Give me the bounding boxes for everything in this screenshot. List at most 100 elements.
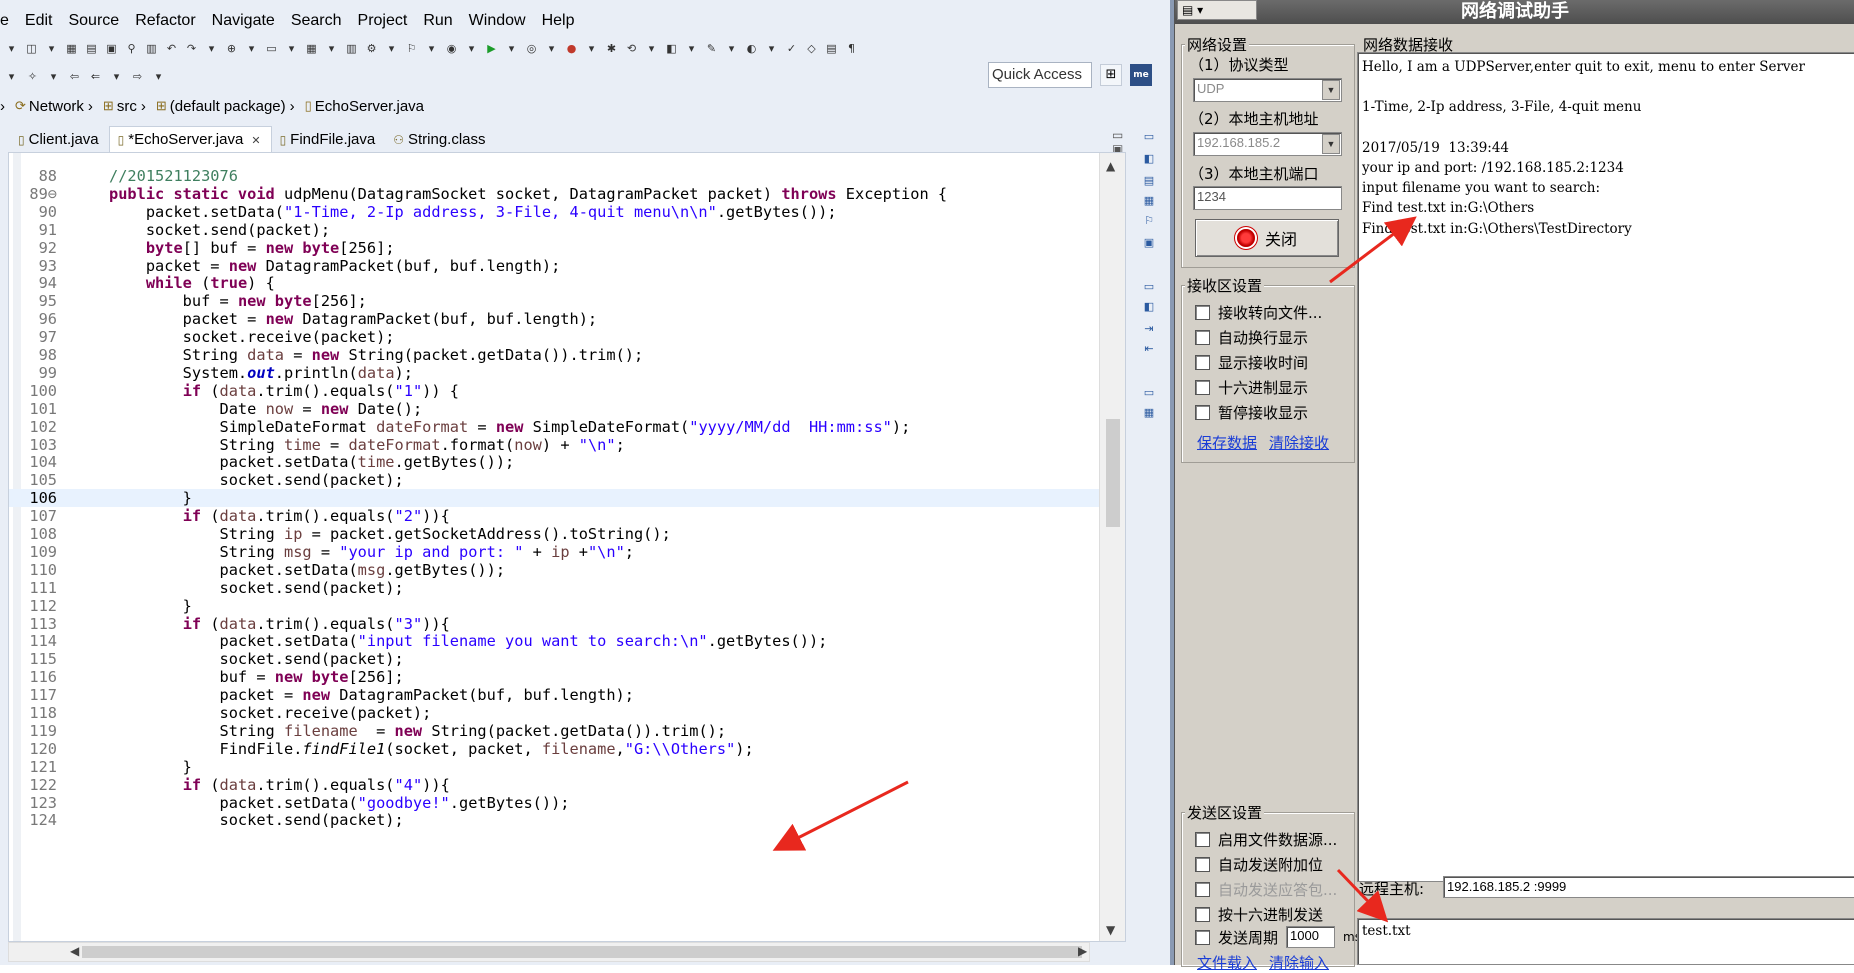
toolbar-icon[interactable]: ▦ <box>64 41 79 56</box>
vertical-scroll-thumb[interactable] <box>1106 419 1120 527</box>
menu-item-e[interactable]: e <box>0 12 17 30</box>
toolbar-icon[interactable]: ◎ <box>524 41 539 56</box>
toolbar-icon[interactable]: ▾ <box>684 41 699 56</box>
side-view-icon[interactable]: ⚐ <box>1141 214 1157 228</box>
menu-item-run[interactable]: Run <box>415 12 460 30</box>
toolbar-icon[interactable]: ▾ <box>464 41 479 56</box>
clear-input-link[interactable]: 清除输入 <box>1269 952 1329 973</box>
side-view-icon[interactable]: ⇤ <box>1141 342 1157 356</box>
side-view-icon[interactable]: ▦ <box>1141 406 1157 420</box>
scroll-down-icon[interactable]: ▼ <box>1106 923 1115 937</box>
toolbar-icon[interactable]: ▾ <box>46 69 61 84</box>
recv-option[interactable]: 显示接收时间 <box>1195 352 1308 373</box>
horizontal-scroll-thumb[interactable] <box>82 946 1082 958</box>
toolbar-icon[interactable]: ✎ <box>704 41 719 56</box>
menu-item-navigate[interactable]: Navigate <box>204 12 283 30</box>
toolbar-icon[interactable]: ⚙ <box>364 41 379 56</box>
checkbox[interactable] <box>1195 355 1210 370</box>
file-load-link[interactable]: 文件载入 <box>1197 952 1257 973</box>
scroll-right-icon[interactable]: ▶ <box>1078 944 1087 958</box>
breadcrumb-item[interactable]: EchoServer.java <box>315 98 424 115</box>
system-menu-icon[interactable]: ▤ ▾ <box>1177 0 1257 20</box>
toolbar-icon[interactable]: ◧ <box>664 41 679 56</box>
send-period-checkbox[interactable] <box>1195 929 1210 945</box>
toolbar-icon[interactable]: ▾ <box>324 41 339 56</box>
local-port-input[interactable]: 1234 <box>1193 186 1342 210</box>
toolbar-icon[interactable]: ✓ <box>784 41 799 56</box>
checkbox[interactable] <box>1195 330 1210 345</box>
toolbar-icon[interactable]: ✧ <box>25 69 40 84</box>
open-perspective-icon[interactable]: ⊞ <box>1100 64 1122 86</box>
save-data-link[interactable]: 保存数据 <box>1197 432 1257 453</box>
local-ip-select[interactable]: 192.168.185.2 ▼ <box>1193 132 1342 156</box>
toolbar-icon[interactable]: ▶ <box>484 41 499 56</box>
toolbar-icon[interactable]: ⊕ <box>224 41 239 56</box>
clear-recv-link[interactable]: 清除接收 <box>1269 432 1329 453</box>
recv-data-textarea[interactable]: Hello, I am a UDPServer,enter quit to ex… <box>1357 52 1854 882</box>
tab-clientjava[interactable]: ▯ Client.java <box>10 127 109 152</box>
tab-findfilejava[interactable]: ▯ FindFile.java <box>272 127 386 152</box>
breadcrumb-item[interactable]: (default package) <box>170 98 286 115</box>
menu-item-help[interactable]: Help <box>534 12 583 30</box>
toolbar-icon[interactable]: ▾ <box>109 69 124 84</box>
toolbar-icon[interactable]: ▾ <box>44 41 59 56</box>
toolbar-icon[interactable]: ✱ <box>604 41 619 56</box>
recv-option[interactable]: 暂停接收显示 <box>1195 402 1308 423</box>
protocol-select[interactable]: UDP ▼ <box>1193 78 1342 102</box>
side-view-icon[interactable]: ▭ <box>1141 386 1157 400</box>
dropdown-arrow-icon[interactable]: ▼ <box>1322 134 1340 154</box>
toolbar-icon[interactable]: ▾ <box>584 41 599 56</box>
checkbox[interactable] <box>1195 857 1210 872</box>
toolbar-icon[interactable]: ▾ <box>764 41 779 56</box>
toolbar-icon[interactable]: ▾ <box>4 69 19 84</box>
quick-access-input[interactable]: Quick Access <box>988 62 1092 88</box>
dropdown-arrow-icon[interactable]: ▼ <box>1322 80 1340 100</box>
breadcrumb-item[interactable]: src <box>117 98 137 115</box>
remote-host-input[interactable]: 192.168.185.2 :9999 <box>1443 876 1854 898</box>
recv-option[interactable]: 接收转向文件... <box>1195 302 1322 323</box>
toolbar-icon[interactable]: ⟲ <box>624 41 639 56</box>
send-textarea[interactable]: test.txt <box>1357 918 1854 965</box>
toolbar-icon[interactable]: ⚲ <box>124 41 139 56</box>
menu-item-source[interactable]: Source <box>60 12 127 30</box>
side-view-icon[interactable]: ⇥ <box>1141 322 1157 336</box>
toolbar-icon[interactable]: ▥ <box>344 41 359 56</box>
toolbar-icon[interactable]: ⇨ <box>130 69 145 84</box>
checkbox[interactable] <box>1195 832 1210 847</box>
toolbar-icon[interactable]: ▾ <box>384 41 399 56</box>
menu-item-window[interactable]: Window <box>461 12 534 30</box>
toolbar-icon[interactable]: ▾ <box>204 41 219 56</box>
toolbar-icon[interactable]: ▥ <box>144 41 159 56</box>
toolbar-icon[interactable]: ▦ <box>304 41 319 56</box>
side-view-icon[interactable]: ▤ <box>1141 174 1157 188</box>
checkbox[interactable] <box>1195 305 1210 320</box>
menu-item-refactor[interactable]: Refactor <box>127 12 203 30</box>
side-view-icon[interactable]: ▭ <box>1141 280 1157 294</box>
side-view-icon[interactable]: ▦ <box>1141 194 1157 208</box>
toolbar-icon[interactable]: ◇ <box>804 41 819 56</box>
send-period-input[interactable]: 1000 <box>1286 926 1336 948</box>
recv-option[interactable]: 十六进制显示 <box>1195 377 1308 398</box>
checkbox[interactable] <box>1195 380 1210 395</box>
menu-item-search[interactable]: Search <box>283 12 350 30</box>
code-editor[interactable]: 88 //201521123076 89⊖ public static void ud… <box>8 152 1126 942</box>
toolbar-icon[interactable]: ▾ <box>424 41 439 56</box>
send-option[interactable]: 按十六进制发送 <box>1195 904 1323 925</box>
toolbar-icon[interactable]: ▾ <box>244 41 259 56</box>
side-view-icon[interactable]: ▣ <box>1141 236 1157 250</box>
recv-option[interactable]: 自动换行显示 <box>1195 327 1308 348</box>
tab-echoserverjava[interactable]: ▯ *EchoServer.java ✕ <box>108 126 272 152</box>
close-icon[interactable]: ✕ <box>251 135 260 147</box>
side-view-icon[interactable]: ◧ <box>1141 300 1157 314</box>
toolbar-icon[interactable]: ▾ <box>544 41 559 56</box>
scroll-up-icon[interactable]: ▲ <box>1106 159 1115 173</box>
toolbar-icon[interactable]: ◉ <box>444 41 459 56</box>
toolbar-icon[interactable]: ▾ <box>151 69 166 84</box>
checkbox[interactable] <box>1195 907 1210 922</box>
send-option[interactable]: 自动发送附加位 <box>1195 854 1323 875</box>
breadcrumb-item[interactable]: Network <box>29 98 84 115</box>
close-connection-button[interactable]: 关闭 <box>1195 219 1339 257</box>
toolbar-icon[interactable]: ▾ <box>4 41 19 56</box>
toolbar-icon[interactable]: ▾ <box>504 41 519 56</box>
toolbar-icon[interactable]: ▤ <box>84 41 99 56</box>
